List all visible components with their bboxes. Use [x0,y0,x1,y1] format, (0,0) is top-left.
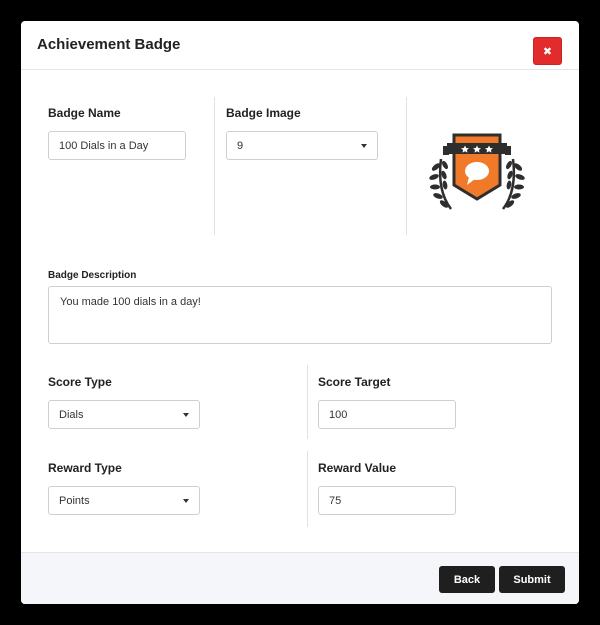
submit-button[interactable]: Submit [499,566,565,593]
score-type-label: Score Type [48,375,112,389]
dialog-footer: Back Submit [21,552,579,604]
reward-type-value: Points [59,494,90,507]
score-target-value: 100 [329,408,348,421]
reward-type-select[interactable]: Points [48,486,200,515]
badge-preview-image [429,133,525,210]
badge-name-input[interactable]: 100 Dials in a Day [48,131,186,160]
achievement-badge-dialog: Achievement Badge ✖ Badge Name 100 Dials… [21,21,579,604]
badge-description-textarea[interactable]: You made 100 dials in a day! [48,286,552,344]
badge-image-select[interactable]: 9 [226,131,378,160]
reward-value-input[interactable]: 75 [318,486,456,515]
badge-image-value: 9 [237,139,244,152]
badge-name-label: Badge Name [48,106,121,120]
reward-value-value: 75 [329,494,342,507]
laurel-left-icon [429,158,453,210]
laurel-right-icon [501,158,525,210]
chevron-down-icon [361,143,367,148]
dialog-title: Achievement Badge [37,36,181,53]
badge-image-label: Badge Image [226,106,301,120]
close-button[interactable]: ✖ [533,37,562,65]
reward-type-label: Reward Type [48,461,122,475]
reward-value-label: Reward Value [318,461,397,475]
badge-description-value: You made 100 dials in a day! [60,296,201,308]
close-icon: ✖ [542,45,553,58]
badge-description-label: Badge Description [48,270,137,281]
column-divider [406,97,407,235]
chevron-down-icon [183,412,189,417]
dialog-header: Achievement Badge ✖ [21,21,579,70]
back-button[interactable]: Back [439,566,495,593]
badge-name-value: 100 Dials in a Day [59,139,149,152]
score-type-value: Dials [59,408,84,421]
column-divider [307,365,308,439]
score-target-label: Score Target [318,375,391,389]
score-type-select[interactable]: Dials [48,400,200,429]
chevron-down-icon [183,498,189,503]
column-divider [214,97,215,235]
column-divider [307,451,308,527]
score-target-input[interactable]: 100 [318,400,456,429]
